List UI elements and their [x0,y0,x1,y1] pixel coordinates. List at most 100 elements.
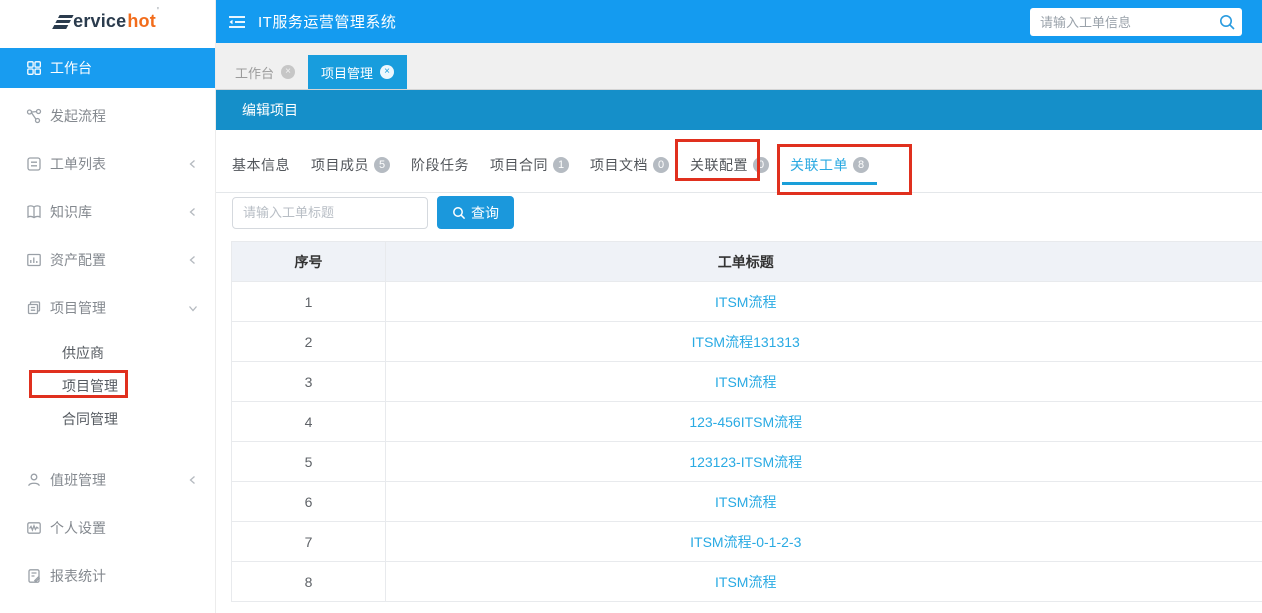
order-title-link[interactable]: 123123-ITSM流程 [689,454,802,470]
sidebar-item-label: 个人设置 [50,518,106,538]
table-row: 6 ITSM流程 [232,482,1262,522]
sidebar-item-duty-management[interactable]: 值班管理 [0,460,215,500]
global-search-input[interactable] [1040,15,1218,30]
annotation-box-related-config [675,139,760,181]
tab-project-management[interactable]: 项目管理 × [308,55,407,89]
order-title-link[interactable]: ITSM流程 [715,494,776,510]
order-title-search-input[interactable] [232,197,428,229]
tab-basic-info[interactable]: 基本信息 [232,130,290,182]
table-row: 8 ITSM流程 [232,562,1262,602]
order-title-link[interactable]: ITSM流程131313 [692,334,800,350]
order-title-link[interactable]: ITSM流程 [715,574,776,590]
order-no: 4 [232,402,386,442]
global-search [1030,8,1242,36]
tab-project-documents[interactable]: 项目文档 0 [590,130,669,182]
brand-logo: ervicehot' [0,0,215,43]
tab-label: 项目管理 [321,63,373,82]
table-row: 3 ITSM流程 [232,362,1262,402]
order-title-link[interactable]: ITSM流程 [715,294,776,310]
sidebar-item-personal-settings[interactable]: 个人设置 [0,508,215,548]
menu-collapse-icon[interactable] [228,14,246,30]
order-no: 5 [232,442,386,482]
order-title-link[interactable]: ITSM流程 [715,374,776,390]
sidebar-item-order-list[interactable]: 工单列表 [0,144,215,184]
query-button-label: 查询 [471,203,499,223]
sidebar-item-knowledge-base[interactable]: 知识库 [0,192,215,232]
sidebar-item-report-statistics[interactable]: 报表统计 [0,556,215,596]
order-title-link[interactable]: 123-456ITSM流程 [689,414,802,430]
app-window: ervicehot' 工作台 发起流程 工单列表 知识库 [0,0,1262,613]
annotation-box-related-orders [777,144,912,195]
project-folder-icon [26,300,42,316]
table-row: 2 ITSM流程131313 [232,322,1262,362]
search-icon[interactable] [1218,13,1236,31]
order-search-toolbar: 查询 [232,196,1262,229]
sidebar-item-label: 资产配置 [50,250,106,270]
order-no: 3 [232,362,386,402]
sidebar: ervicehot' 工作台 发起流程 工单列表 知识库 [0,0,216,613]
sidebar-item-label: 项目管理 [50,298,106,318]
sidebar-item-label: 工作台 [50,58,92,78]
top-header: IT服务运营管理系统 [216,0,1262,43]
count-badge: 0 [653,157,669,173]
sidebar-item-workbench[interactable]: 工作台 [0,48,215,88]
logo-text-service: ervice [73,11,126,32]
tab-label: 项目文档 [590,155,648,175]
grid-icon [26,60,42,76]
list-icon [26,156,42,172]
tab-project-contracts[interactable]: 项目合同 1 [490,130,569,182]
open-page-tabs: 工作台 × 项目管理 × [216,43,1262,90]
annotation-box-project-management [29,370,128,398]
main-content: 基本信息 项目成员5 阶段任务 项目合同1 项目文档0 关联配置0 关联工单8 … [216,130,1262,613]
chevron-down-icon [188,300,198,316]
chevron-left-icon [185,159,201,169]
order-no: 8 [232,562,386,602]
sidebar-item-start-process[interactable]: 发起流程 [0,96,215,136]
count-badge: 5 [374,157,390,173]
sidebar-menu: 工作台 发起流程 工单列表 知识库 资产配置 [0,48,215,613]
app-title: IT服务运营管理系统 [258,11,396,32]
close-icon[interactable]: × [281,65,295,79]
order-no: 6 [232,482,386,522]
query-button[interactable]: 查询 [437,196,514,229]
sidebar-item-partial[interactable] [0,604,215,613]
submenu-item-suppliers[interactable]: 供应商 [0,336,215,369]
sidebar-item-label: 报表统计 [50,566,106,586]
report-doc-icon [26,568,42,584]
order-title-link[interactable]: ITSM流程-0-1-2-3 [690,534,801,550]
table-row: 1 ITSM流程 [232,282,1262,322]
logo-s-glyph [53,15,74,29]
related-orders-table: 序号 工单标题 1 ITSM流程 2 ITSM流程131313 3 ITSM流程 [231,241,1262,602]
tab-stage-tasks[interactable]: 阶段任务 [411,130,469,182]
column-header-no: 序号 [232,242,386,282]
table-header-row: 序号 工单标题 [232,242,1262,282]
book-icon [26,204,42,220]
person-icon [26,472,42,488]
table-row: 4 123-456ITSM流程 [232,402,1262,442]
tab-label: 工作台 [235,63,274,82]
search-icon [452,206,466,220]
tab-workbench[interactable]: 工作台 × [222,55,308,89]
logo-trademark-tick: ' [157,6,159,17]
flow-icon [26,108,42,124]
sidebar-item-label: 工单列表 [50,154,106,174]
sidebar-item-project-management[interactable]: 项目管理 [0,288,215,328]
close-icon[interactable]: × [380,65,394,79]
sidebar-item-label: 知识库 [50,202,92,222]
table-row: 7 ITSM流程-0-1-2-3 [232,522,1262,562]
tab-label: 阶段任务 [411,155,469,175]
count-badge: 1 [553,157,569,173]
monitor-wave-icon [26,520,42,536]
sidebar-item-asset-config[interactable]: 资产配置 [0,240,215,280]
page-title-bar: 编辑项目 [216,90,1262,130]
chevron-left-icon [185,207,201,217]
chevron-left-icon [185,475,201,485]
submenu-item-contract-management[interactable]: 合同管理 [0,402,215,435]
column-header-title: 工单标题 [386,242,1106,282]
tab-label: 项目成员 [311,155,369,175]
column-header-extra [1106,242,1262,282]
tab-project-members[interactable]: 项目成员 5 [311,130,390,182]
order-no: 1 [232,282,386,322]
tab-label: 项目合同 [490,155,548,175]
submenu-item-label: 供应商 [62,343,104,363]
